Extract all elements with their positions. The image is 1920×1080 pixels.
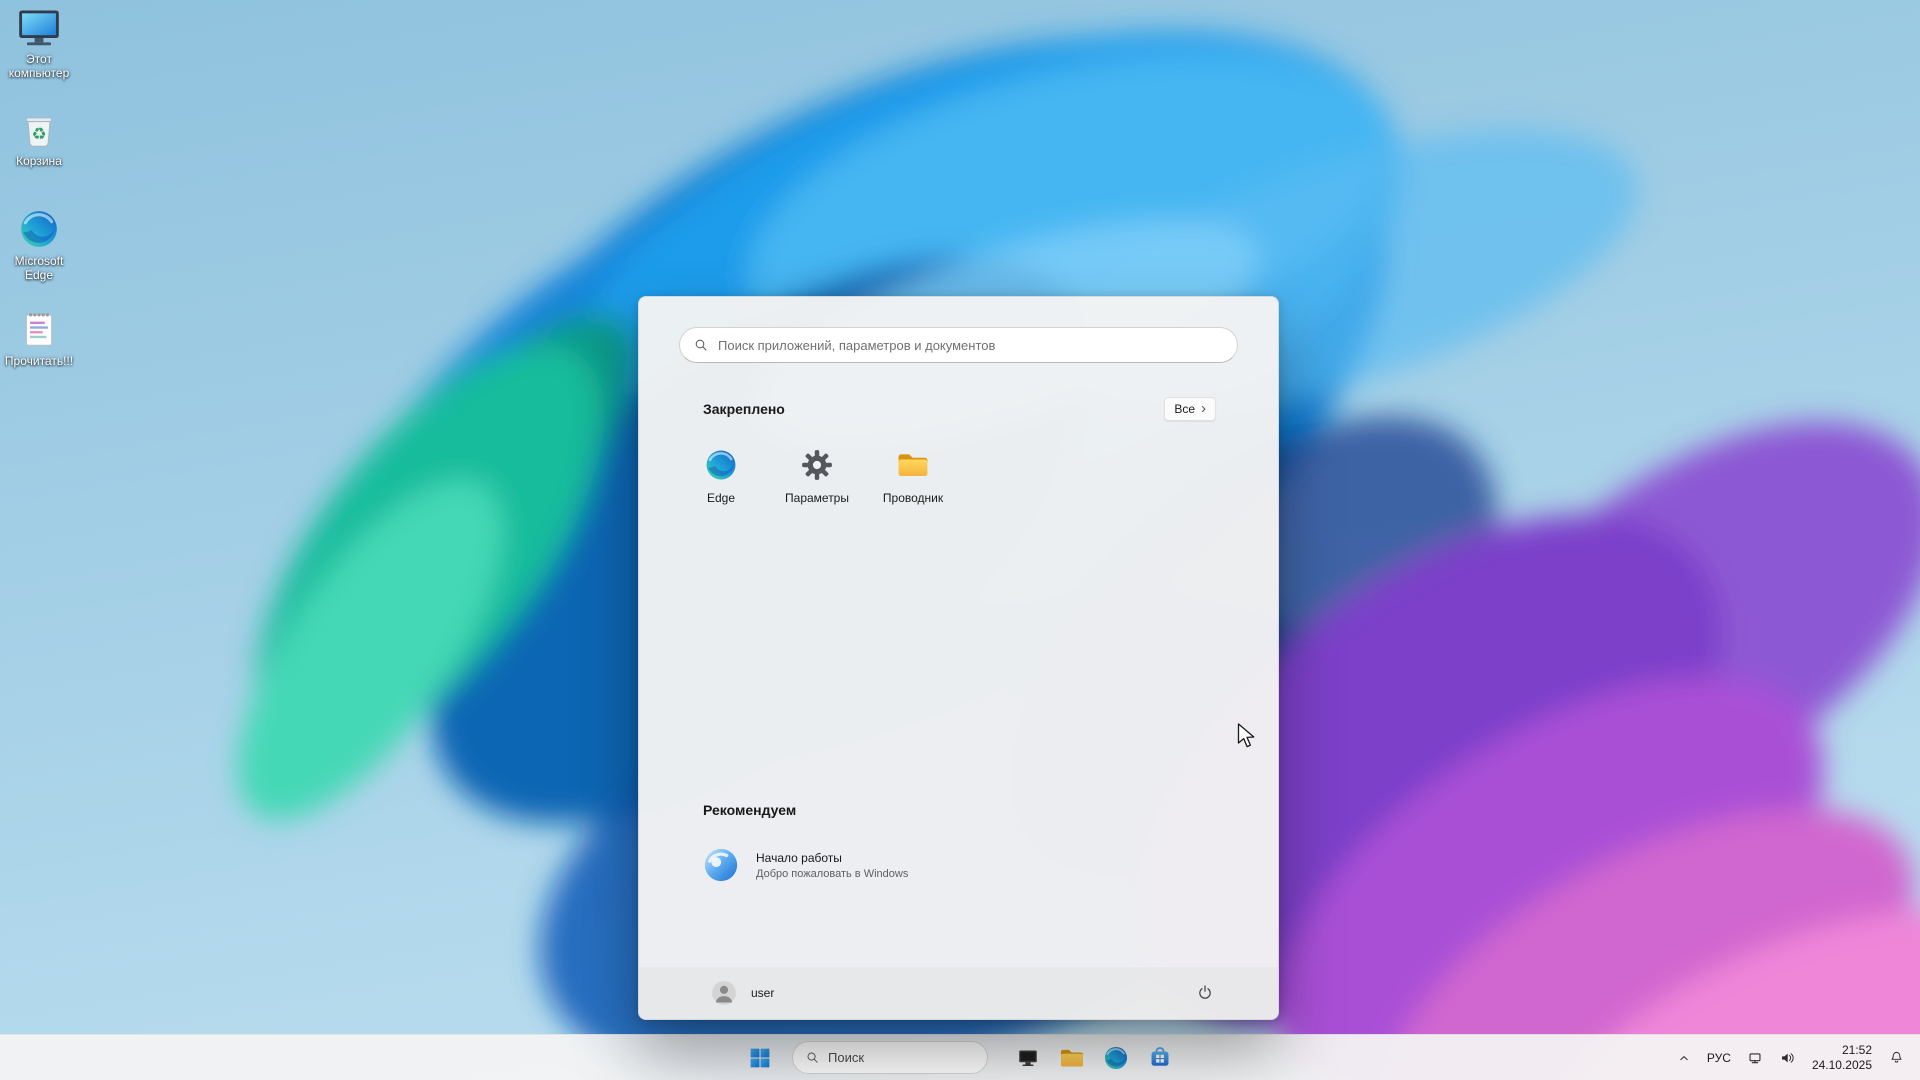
taskbar-button-edge[interactable] xyxy=(1096,1038,1136,1078)
bell-icon xyxy=(1888,1049,1905,1066)
taskbar-app-icons xyxy=(1008,1038,1180,1078)
start-menu-user-bar: user xyxy=(639,967,1278,1019)
power-button[interactable] xyxy=(1188,976,1222,1010)
computer-icon xyxy=(16,4,62,50)
edge-icon xyxy=(16,206,62,252)
desktop-icon-recycle-bin[interactable]: Корзина xyxy=(0,104,78,200)
chevron-up-icon xyxy=(1676,1050,1692,1066)
taskbar-center-group xyxy=(740,1035,1180,1080)
notepad-icon xyxy=(16,306,62,352)
recommended-item-subtitle: Добро пожаловать в Windows xyxy=(756,868,908,880)
pinned-all-button[interactable]: Все › xyxy=(1164,397,1216,421)
desktop-icon-readme[interactable]: Прочитать!!! xyxy=(0,304,78,400)
recommended-section-header: Рекомендуем xyxy=(703,802,796,818)
start-button[interactable] xyxy=(740,1038,780,1078)
user-name: user xyxy=(751,986,774,1000)
recommended-item-title: Начало работы xyxy=(756,851,908,865)
get-started-icon xyxy=(702,846,740,884)
volume-button[interactable] xyxy=(1772,1038,1802,1078)
network-button[interactable] xyxy=(1740,1038,1770,1078)
windows-start-icon xyxy=(749,1047,771,1069)
desktop-icon-label: Microsoft Edge xyxy=(1,254,77,282)
taskbar-search-input[interactable] xyxy=(828,1050,975,1065)
start-menu-search-box[interactable] xyxy=(679,327,1238,363)
network-icon xyxy=(1746,1049,1764,1067)
search-icon xyxy=(805,1050,820,1065)
notification-center-button[interactable] xyxy=(1882,1038,1910,1078)
chevron-right-icon: › xyxy=(1201,403,1206,415)
desktop-icon-edge[interactable]: Microsoft Edge xyxy=(0,204,78,300)
taskbar: РУС 21:52 24.10.2025 xyxy=(0,1034,1920,1080)
monitor-icon xyxy=(1015,1045,1041,1071)
file-explorer-folder-icon xyxy=(1059,1045,1085,1071)
edge-icon xyxy=(704,448,738,482)
pinned-app-label: Параметры xyxy=(785,491,849,505)
desktop-icon-this-pc[interactable]: Этот компьютер xyxy=(0,2,78,98)
search-icon xyxy=(693,337,709,353)
pinned-app-edge[interactable]: Edge xyxy=(673,435,769,523)
pinned-app-label: Проводник xyxy=(883,491,943,505)
taskbar-search-box[interactable] xyxy=(792,1041,988,1074)
recycle-bin-icon xyxy=(16,106,62,152)
power-icon xyxy=(1196,984,1214,1002)
store-icon xyxy=(1147,1045,1173,1071)
taskbar-button-file-explorer[interactable] xyxy=(1052,1038,1092,1078)
folder-icon xyxy=(896,448,930,482)
start-menu: Закреплено Все › Edge Параметры Проводни… xyxy=(638,296,1279,1020)
pinned-section-header: Закреплено xyxy=(703,401,785,417)
pinned-app-settings[interactable]: Параметры xyxy=(769,435,865,523)
clock[interactable]: 21:52 24.10.2025 xyxy=(1804,1038,1880,1078)
volume-icon xyxy=(1778,1049,1796,1067)
start-menu-search-input[interactable] xyxy=(718,338,1224,353)
pinned-app-explorer[interactable]: Проводник xyxy=(865,435,961,523)
all-button-label: Все xyxy=(1174,402,1195,416)
tray-overflow-button[interactable] xyxy=(1670,1038,1698,1078)
desktop-icon-label: Прочитать!!! xyxy=(1,354,77,368)
tray-time: 21:52 xyxy=(1842,1043,1872,1057)
pinned-app-label: Edge xyxy=(707,491,735,505)
desktop-icon-label: Корзина xyxy=(1,154,77,168)
settings-gear-icon xyxy=(800,448,834,482)
recommended-item-get-started[interactable]: Начало работы Добро пожаловать в Windows xyxy=(687,835,973,895)
language-indicator[interactable]: РУС xyxy=(1700,1038,1738,1078)
system-tray: РУС 21:52 24.10.2025 xyxy=(1670,1035,1910,1080)
user-account-button[interactable]: user xyxy=(701,974,783,1012)
taskbar-button-monitor[interactable] xyxy=(1008,1038,1048,1078)
desktop-icon-label: Этот компьютер xyxy=(1,52,77,80)
pinned-apps-grid: Edge Параметры Проводник xyxy=(673,435,961,523)
taskbar-button-store[interactable] xyxy=(1140,1038,1180,1078)
tray-date: 24.10.2025 xyxy=(1812,1058,1872,1072)
edge-icon xyxy=(1103,1045,1129,1071)
user-avatar-icon xyxy=(710,979,738,1007)
